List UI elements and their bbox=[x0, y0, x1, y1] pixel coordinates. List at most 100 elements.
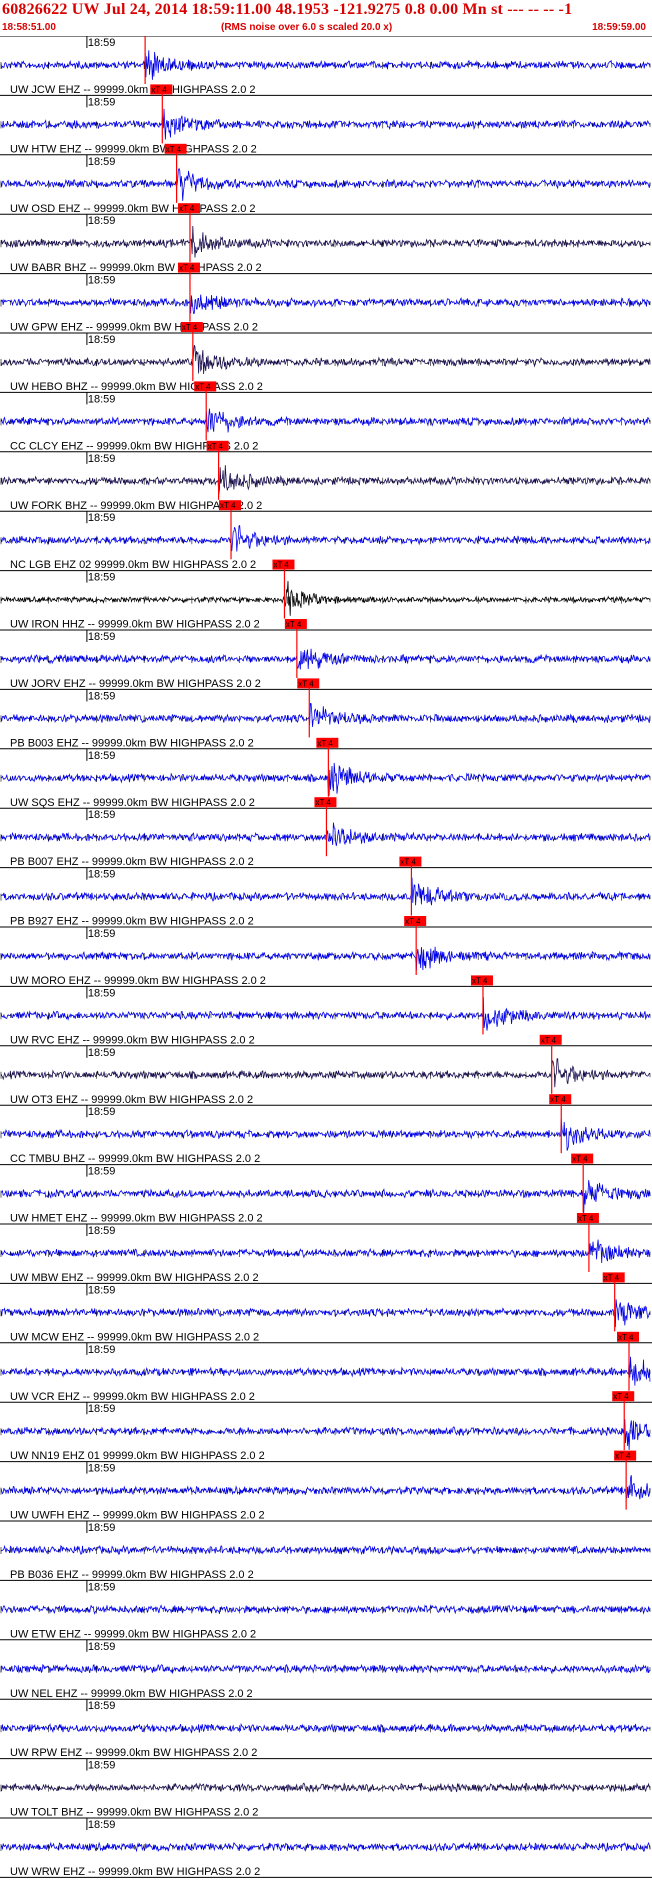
minute-label: 18:59 bbox=[88, 393, 116, 405]
station-label: UW HMET EHZ -- 99999.0km BW HIGHPASS 2.0… bbox=[10, 1213, 263, 1225]
station-label: UW NEL EHZ -- 99999.0km BW HIGHPASS 2.0 … bbox=[10, 1688, 253, 1700]
minute-label: 18:59 bbox=[88, 1106, 116, 1118]
minute-label: 18:59 bbox=[88, 928, 116, 940]
noise-scaling-note: (RMS noise over 6.0 s scaled 20.0 x) bbox=[221, 22, 393, 33]
pick-label: xT 4 bbox=[182, 323, 198, 332]
minute-label: 18:59 bbox=[88, 690, 116, 702]
minute-label: 18:59 bbox=[88, 275, 116, 287]
station-label: UW VCR EHZ -- 99999.0km BW HIGHPASS 2.0 … bbox=[10, 1391, 255, 1403]
station-label: UW ETW EHZ -- 99999.0km BW HIGHPASS 2.0 … bbox=[10, 1628, 256, 1640]
pick-label: xT 4 bbox=[166, 145, 182, 154]
pick-label: xT 4 bbox=[604, 1273, 620, 1282]
waveform bbox=[0, 344, 651, 375]
station-label: NC LGB EHZ 02 99999.0km BW HIGHPASS 2.0 … bbox=[10, 559, 256, 571]
minute-label: 18:59 bbox=[88, 1819, 116, 1831]
station-label: UW UWFH EHZ -- 99999.0km BW HIGHPASS 2.0… bbox=[10, 1510, 265, 1522]
minute-label: 18:59 bbox=[88, 1344, 116, 1356]
station-label: UW RVC EHZ -- 99999.0km BW HIGHPASS 2.0 … bbox=[10, 1034, 255, 1046]
pick-label: xT 4 bbox=[615, 1452, 631, 1461]
station-label: UW NN19 EHZ 01 99999.0km BW HIGHPASS 2.0… bbox=[10, 1450, 265, 1462]
minute-label: 18:59 bbox=[88, 1641, 116, 1653]
station-label: UW SQS EHZ -- 99999.0km BW HIGHPASS 2.0 … bbox=[10, 797, 255, 809]
pick-label: xT 4 bbox=[179, 204, 195, 213]
minute-label: 18:59 bbox=[88, 512, 116, 524]
station-label: UW TOLT BHZ -- 99999.0km BW HIGHPASS 2.0… bbox=[10, 1807, 258, 1819]
pick-label: xT 4 bbox=[195, 382, 211, 391]
minute-label: 18:59 bbox=[88, 750, 116, 762]
waveform bbox=[0, 822, 651, 847]
station-label: UW HTW EHZ -- 99999.0km BW HIGHPASS 2.0 … bbox=[10, 143, 257, 155]
pick-label: xT 4 bbox=[550, 1095, 566, 1104]
picks-layer: xT 4 xT 4 xT 4 xT 4 xT 4 xT 4 xT 4 xT 4 xT 4 xT 4… bbox=[144, 36, 640, 1510]
minute-label: 18:59 bbox=[88, 1166, 116, 1178]
pick-label: xT 4 bbox=[208, 442, 224, 451]
minute-label: 18:59 bbox=[88, 572, 116, 584]
waveform bbox=[0, 525, 651, 552]
pick-label: xT 4 bbox=[273, 561, 289, 570]
minute-label: 18:59 bbox=[88, 869, 116, 881]
station-label: UW WRW EHZ -- 99999.0km BW HIGHPASS 2.0 … bbox=[10, 1866, 260, 1878]
pick-label: xT 4 bbox=[405, 917, 421, 926]
minute-label: 18:59 bbox=[88, 1760, 116, 1772]
waveform bbox=[0, 1419, 651, 1451]
station-label: UW MBW EHZ -- 99999.0km BW HIGHPASS 2.0 … bbox=[10, 1272, 259, 1284]
window-end-time: 18:59:59.00 bbox=[592, 22, 646, 33]
minute-label: 18:59 bbox=[88, 631, 116, 643]
minute-label: 18:59 bbox=[88, 1700, 116, 1712]
station-label: PB B003 EHZ -- 99999.0km BW HIGHPASS 2.0… bbox=[10, 737, 254, 749]
station-label: CC TMBU BHZ -- 99999.0km BW HIGHPASS 2.0… bbox=[10, 1153, 260, 1165]
station-label: UW MCW EHZ -- 99999.0km BW HIGHPASS 2.0 … bbox=[10, 1331, 259, 1343]
station-label: UW BABR BHZ -- 99999.0km BW HIGHPASS 2.0… bbox=[10, 262, 262, 274]
station-label: UW IRON HHZ -- 99999.0km BW HIGHPASS 2.0… bbox=[10, 619, 260, 631]
pick-label: xT 4 bbox=[578, 1214, 594, 1223]
pick-label: xT 4 bbox=[151, 85, 167, 94]
pick-label: xT 4 bbox=[572, 1155, 588, 1164]
minute-label: 18:59 bbox=[88, 1047, 116, 1059]
seismogram-plot: 18:59 UW JCW EHZ -- 99999.0km BW HIGHPASS… bbox=[0, 36, 652, 1878]
station-label: PB B007 EHZ -- 99999.0km BW HIGHPASS 2.0… bbox=[10, 856, 254, 868]
minute-label: 18:59 bbox=[88, 215, 116, 227]
minute-label: 18:59 bbox=[88, 987, 116, 999]
station-label: UW GPW EHZ -- 99999.0km BW HIGHPASS 2.0 … bbox=[10, 322, 258, 334]
station-label: UW RPW EHZ -- 99999.0km BW HIGHPASS 2.0 … bbox=[10, 1747, 257, 1759]
waveform bbox=[0, 877, 651, 906]
waveform bbox=[0, 1475, 651, 1500]
pick-label: xT 4 bbox=[317, 739, 333, 748]
minute-label: 18:59 bbox=[88, 334, 116, 346]
minute-label: 18:59 bbox=[88, 1581, 116, 1593]
minute-label: 18:59 bbox=[88, 809, 116, 821]
station-label: UW JORV EHZ -- 99999.0km BW HIGHPASS 2.0… bbox=[10, 678, 261, 690]
minute-label: 18:59 bbox=[88, 1225, 116, 1237]
pick-label: xT 4 bbox=[298, 679, 314, 688]
minute-label: 18:59 bbox=[88, 96, 116, 108]
station-label: PB B036 EHZ -- 99999.0km BW HIGHPASS 2.0… bbox=[10, 1569, 254, 1581]
waveform bbox=[0, 1058, 651, 1088]
waveform bbox=[0, 1239, 651, 1264]
minute-label: 18:59 bbox=[88, 453, 116, 465]
minute-label: 18:59 bbox=[88, 1463, 116, 1475]
pick-label: xT 4 bbox=[179, 264, 195, 273]
waveform bbox=[0, 946, 651, 971]
minute-label: 18:59 bbox=[88, 1403, 116, 1415]
minute-label: 18:59 bbox=[88, 1284, 116, 1296]
record-header: 60826622 UW Jul 24, 2014 18:59:11.00 48.… bbox=[0, 0, 652, 40]
minute-label: 18:59 bbox=[88, 156, 116, 168]
station-label: UW OT3 EHZ -- 99999.0km BW HIGHPASS 2.0 … bbox=[10, 1094, 253, 1106]
station-label: PB B927 EHZ -- 99999.0km BW HIGHPASS 2.0… bbox=[10, 916, 254, 928]
station-label: UW JCW EHZ -- 99999.0km BW HIGHPASS 2.0 … bbox=[10, 84, 256, 96]
pick-label: xT 4 bbox=[220, 501, 236, 510]
waveform bbox=[0, 703, 651, 727]
pick-label: xT 4 bbox=[286, 620, 302, 629]
pick-label: xT 4 bbox=[618, 1333, 634, 1342]
pick-label: xT 4 bbox=[400, 858, 416, 867]
station-label: UW OSD EHZ -- 99999.0km BW HIGHPASS 2.0 … bbox=[10, 203, 256, 215]
pick-label: xT 4 bbox=[613, 1392, 629, 1401]
pick-label: xT 4 bbox=[315, 798, 331, 807]
pick-label: xT 4 bbox=[541, 1036, 557, 1045]
minute-label: 18:59 bbox=[88, 37, 116, 49]
waveform bbox=[0, 1180, 651, 1215]
station-label: UW MORO EHZ -- 99999.0km BW HIGHPASS 2.0… bbox=[10, 975, 266, 987]
minute-label: 18:59 bbox=[88, 1522, 116, 1534]
event-title: 60826622 UW Jul 24, 2014 18:59:11.00 48.… bbox=[2, 1, 573, 18]
pick-label: xT 4 bbox=[472, 976, 488, 985]
